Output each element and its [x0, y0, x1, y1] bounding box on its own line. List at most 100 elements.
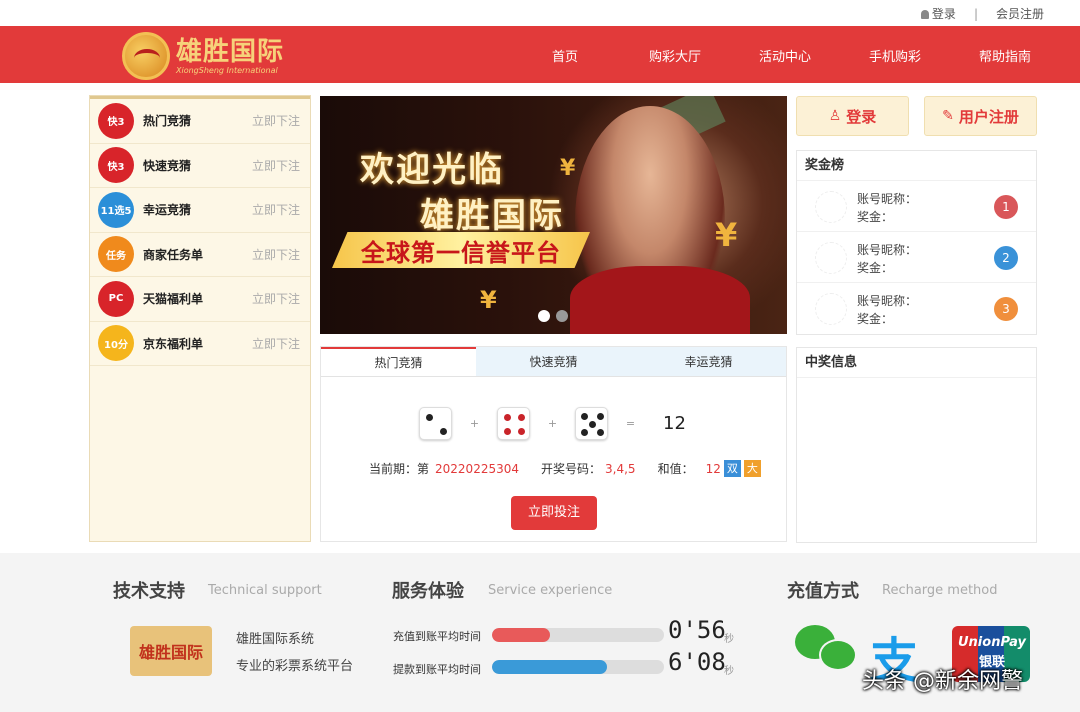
dice-sum: 12 [663, 413, 686, 434]
lottery-icon: PC [98, 280, 134, 317]
deposit-time-unit: 秒 [724, 634, 734, 645]
place-bet-button[interactable]: 立即投注 [511, 496, 597, 530]
news-title: 中奖信息 [797, 348, 1036, 378]
die-2-icon [497, 407, 530, 440]
leaderboard-row: 账号昵称： 奖金： 2 [797, 232, 1036, 283]
banner-carousel[interactable]: ¥ ¥ ¥ 欢迎光临 雄胜国际 全球第一信誉平台 [320, 96, 787, 334]
die-pip [518, 428, 525, 435]
prize-label: 奖金： [857, 210, 894, 224]
die-pip [597, 413, 604, 420]
lottery-tabs: 热门竞猜 快速竞猜 幸运竞猜 [321, 347, 786, 377]
leaderboard-row: 账号昵称： 奖金： 3 [797, 283, 1036, 334]
top-login-link[interactable]: 登录 [920, 5, 956, 22]
bet-now-link[interactable]: 立即下注 [252, 246, 300, 263]
lottery-icon: 任务 [98, 236, 134, 273]
lottery-icon: 10分 [98, 325, 134, 362]
carousel-dot-1[interactable] [538, 310, 550, 322]
bet-now-link[interactable]: 立即下注 [252, 290, 300, 307]
service-title: 服务体验 [392, 581, 464, 602]
plus-sign: + [547, 417, 558, 430]
nav-home[interactable]: 首页 [510, 46, 620, 65]
nav-activities[interactable]: 活动中心 [730, 46, 840, 65]
tab-lucky[interactable]: 幸运竞猜 [631, 347, 786, 376]
tab-hot[interactable]: 热门竞猜 [321, 347, 476, 376]
nav-help[interactable]: 帮助指南 [950, 46, 1060, 65]
top-divider: | [973, 6, 978, 21]
die-pip [589, 421, 596, 428]
rank-badge: 2 [994, 246, 1018, 270]
avatar [815, 293, 847, 325]
game-item-fast[interactable]: 快3 快速竞猜 立即下注 [90, 144, 310, 188]
recharge-subtitle: Recharge method [882, 583, 998, 598]
leaderboard-row: 账号昵称： 奖金： 1 [797, 181, 1036, 232]
logo-cn-text: 雄胜国际 [176, 36, 285, 67]
withdraw-time-bar [492, 660, 664, 674]
support-subtitle: Technical support [208, 583, 322, 598]
game-name: 天猫福利单 [143, 292, 204, 307]
deposit-time-fill [492, 628, 551, 642]
banner-ribbon-text: 全球第一信誉平台 [361, 238, 561, 267]
right-column: ♙ 登录 ✎ 用户注册 奖金榜 账号昵称： 奖金： 1 账号昵称： 奖金： 2 账号… [796, 96, 1037, 543]
game-item-merchant[interactable]: 任务 商家任务单 立即下注 [90, 233, 310, 277]
bet-now-link[interactable]: 立即下注 [252, 112, 300, 129]
bet-now-link[interactable]: 立即下注 [252, 157, 300, 174]
nav-mobile[interactable]: 手机购彩 [840, 46, 950, 65]
withdraw-time-value: 6'08 [668, 648, 726, 676]
period-label: 当前期：第 [369, 462, 430, 476]
lottery-icon: 11选5 [98, 191, 134, 228]
die-pip [581, 429, 588, 436]
bet-now-link[interactable]: 立即下注 [252, 201, 300, 218]
die-1-icon [419, 407, 452, 440]
top-bar: 登录 | 会员注册 [0, 0, 1080, 26]
banner-ribbon: 全球第一信誉平台 [332, 232, 590, 268]
bet-now-link[interactable]: 立即下注 [252, 335, 300, 352]
die-pip [440, 428, 447, 435]
die-pip [581, 413, 588, 420]
tab-fast[interactable]: 快速竞猜 [476, 347, 631, 376]
top-login-label: 登录 [931, 7, 956, 21]
game-item-lucky[interactable]: 11选5 幸运竞猜 立即下注 [90, 188, 310, 233]
support-line-1: 雄胜国际系统 [236, 632, 315, 647]
game-name: 热门竞猜 [143, 114, 192, 129]
login-label: 登录 [846, 107, 877, 126]
game-item-tmall[interactable]: PC 天猫福利单 立即下注 [90, 277, 310, 322]
game-item-hot[interactable]: 快3 热门竞猜 立即下注 [90, 99, 310, 144]
nickname-label: 账号昵称： [857, 192, 918, 206]
carousel-dots [538, 310, 568, 322]
support-title: 技术支持 [113, 581, 185, 602]
winning-news: 中奖信息 [796, 347, 1037, 543]
die-3-icon [575, 407, 608, 440]
plus-sign: + [469, 417, 480, 430]
avatar [815, 191, 847, 223]
die-pip [504, 414, 511, 421]
banner-headline-1: 欢迎光临 [360, 150, 504, 190]
game-name: 商家任务单 [143, 247, 204, 262]
withdraw-time-fill [492, 660, 608, 674]
carousel-dot-2[interactable] [556, 310, 568, 322]
logo-text: 雄胜国际 XiongSheng International [176, 38, 284, 75]
deposit-time-label: 充值到账平均时间 [393, 630, 481, 643]
die-pip [504, 428, 511, 435]
even-badge: 双 [723, 460, 741, 477]
nav-lottery-hall[interactable]: 购彩大厅 [620, 46, 730, 65]
game-name: 京东福利单 [143, 336, 204, 351]
main-nav: 首页 购彩大厅 活动中心 手机购彩 帮助指南 [510, 46, 1060, 65]
rank-text: 账号昵称： 奖金： [857, 190, 917, 226]
nickname-label: 账号昵称： [857, 294, 918, 308]
top-register-link[interactable]: 会员注册 [996, 5, 1044, 22]
site-logo[interactable]: 雄胜国际 XiongSheng International [122, 31, 292, 81]
game-name: 幸运竞猜 [143, 203, 192, 218]
footer: 技术支持 Technical support 雄胜国际 雄胜国际系统 专业的彩票… [0, 553, 1080, 712]
game-name: 快速竞猜 [143, 158, 192, 173]
login-button[interactable]: ♙ 登录 [796, 96, 909, 136]
user-icon [920, 10, 929, 19]
wechat-pay-icon [795, 621, 857, 677]
lottery-icon: 快3 [98, 147, 134, 184]
game-item-jd[interactable]: 10分 京东福利单 立即下注 [90, 322, 310, 366]
lottery-icon: 快3 [98, 102, 134, 139]
register-button[interactable]: ✎ 用户注册 [924, 96, 1037, 136]
period-number: 20220225304 [435, 461, 519, 476]
auth-buttons: ♙ 登录 ✎ 用户注册 [796, 96, 1037, 136]
leaderboard-title: 奖金榜 [797, 151, 1036, 181]
game-sidebar: 快3 热门竞猜 立即下注 快3 快速竞猜 立即下注 11选5 幸运竞猜 立即下注… [89, 95, 311, 542]
